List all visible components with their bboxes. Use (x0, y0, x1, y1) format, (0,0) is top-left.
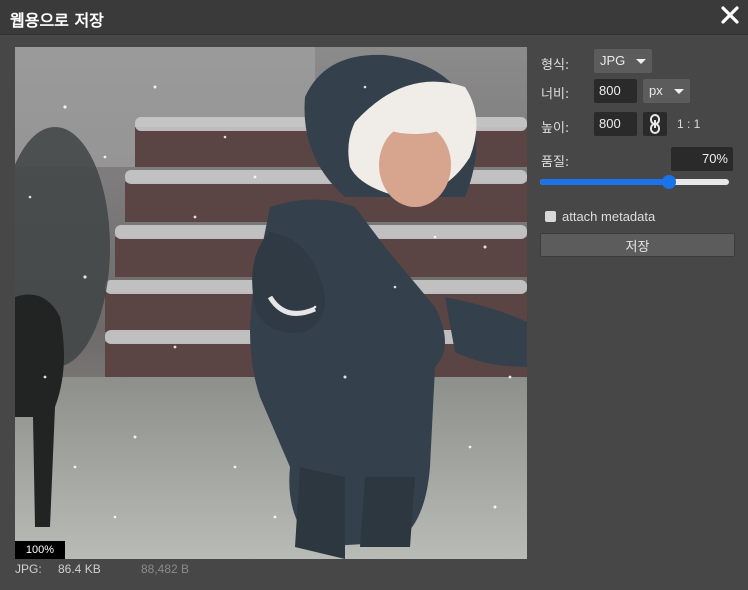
dialog-titlebar: 웹용으로 저장 (0, 0, 748, 35)
file-format-label: JPG: (15, 562, 42, 576)
close-icon[interactable] (718, 3, 742, 27)
width-input[interactable]: 800 (594, 79, 637, 103)
unit-select-value: px (649, 83, 663, 98)
chevron-down-icon (674, 89, 684, 94)
height-label: 높이: (541, 121, 570, 136)
slider-thumb[interactable] (661, 175, 676, 189)
quality-label: 품질: (541, 155, 570, 170)
slider-fill (540, 179, 669, 185)
metadata-checkbox[interactable] (545, 211, 556, 222)
save-button[interactable]: 저장 (540, 233, 735, 257)
format-select[interactable]: JPG (594, 49, 652, 73)
quality-input[interactable]: 70% (671, 147, 733, 171)
metadata-label: attach metadata (562, 209, 656, 224)
width-label: 너비: (541, 87, 570, 102)
file-size-kb: 86.4 KB (58, 562, 101, 576)
quality-slider[interactable] (540, 174, 729, 190)
unit-select[interactable]: px (643, 79, 690, 103)
chain-link-icon[interactable] (643, 112, 667, 136)
format-select-value: JPG (600, 53, 626, 68)
image-preview[interactable] (15, 47, 527, 559)
height-input[interactable]: 800 (594, 112, 637, 136)
file-info: JPG: 86.4 KB 88,482 B (15, 562, 189, 576)
preview-photo (15, 47, 527, 559)
aspect-ratio: 1 : 1 (677, 117, 701, 131)
dialog-title: 웹용으로 저장 (10, 11, 104, 30)
format-label: 형식: (541, 58, 570, 73)
chevron-down-icon (636, 59, 646, 64)
zoom-level-badge: 100% (15, 541, 65, 559)
file-size-bytes: 88,482 B (141, 562, 190, 576)
